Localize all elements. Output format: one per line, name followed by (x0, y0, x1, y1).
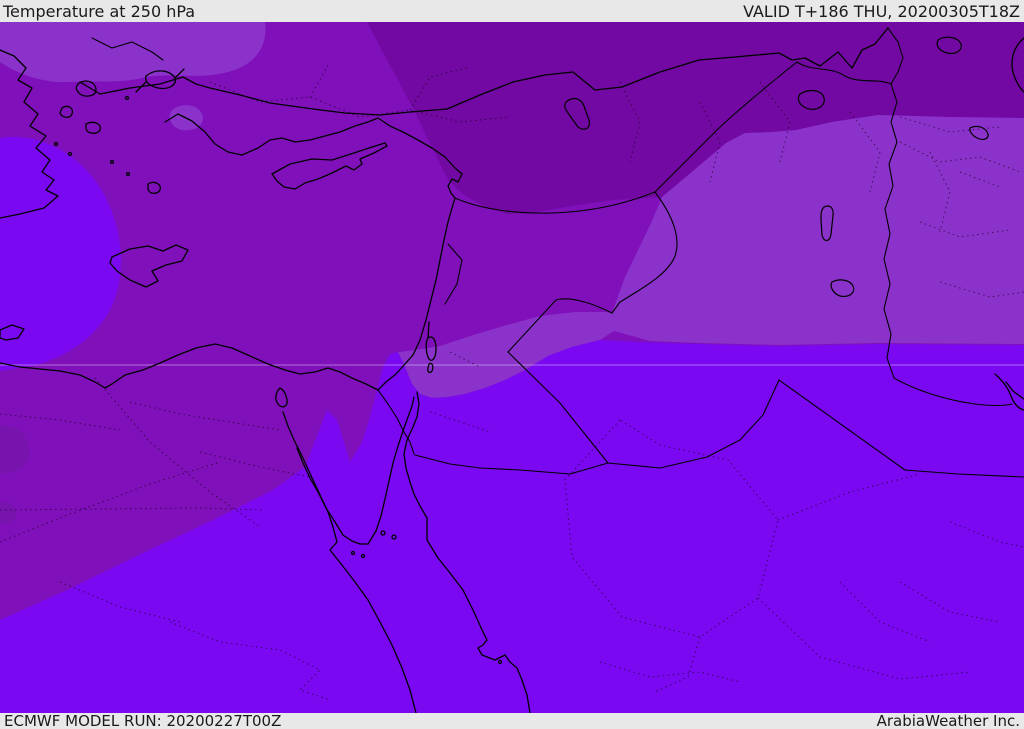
weather-map-screen: Temperature at 250 hPa VALID T+186 THU, … (0, 0, 1024, 729)
footer-bar: ECMWF MODEL RUN: 20200227T00Z ArabiaWeat… (0, 713, 1024, 729)
page-title: Temperature at 250 hPa (3, 2, 196, 21)
temperature-bands (0, 22, 1024, 713)
brand-label: ArabiaWeather Inc. (876, 712, 1020, 729)
temperature-map-svg (0, 22, 1024, 713)
model-run-label: ECMWF MODEL RUN: 20200227T00Z (4, 712, 282, 729)
map-canvas (0, 22, 1024, 713)
valid-time-label: VALID T+186 THU, 20200305T18Z (743, 2, 1020, 21)
header-bar: Temperature at 250 hPa VALID T+186 THU, … (0, 0, 1024, 22)
